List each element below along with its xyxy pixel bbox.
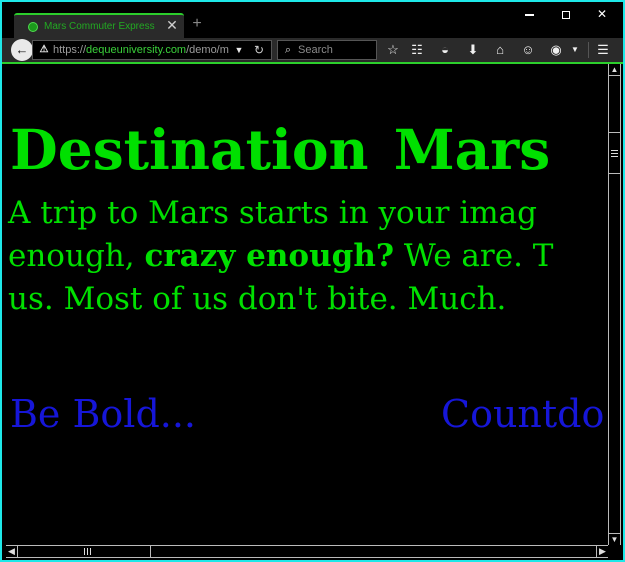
download-icon[interactable]: ⬇ [464,41,482,59]
tracking-icon[interactable]: ◉ [547,41,565,59]
back-button[interactable]: ← [11,39,33,61]
countdown-link[interactable]: Countdo [441,390,604,438]
scroll-right-icon[interactable]: ▶ [596,546,608,557]
url-host: dequeuniversity.com [86,44,187,56]
be-bold-link[interactable]: Be Bold... [10,390,196,438]
horizontal-scroll-thumb[interactable] [20,546,151,557]
home-icon[interactable]: ⌂ [491,41,509,59]
intro-line-3: us. Most of us don't bite. Much. [8,281,507,317]
tab-close-icon[interactable]: ✕ [164,17,180,33]
intro-paragraph: A trip to Mars starts in your imag enough… [8,192,608,321]
minimize-button[interactable] [518,6,540,22]
search-icon: ⌕ [284,44,292,56]
menu-icon[interactable]: ☰ [594,41,612,59]
browser-window: Mars Commuter Express ✕ + ✕ ← ⚠ https://… [0,0,625,562]
reload-icon[interactable]: ↻ [252,43,266,57]
tab-active[interactable]: Mars Commuter Express ✕ [14,13,184,38]
intro-line-1: A trip to Mars starts in your imag [8,195,537,231]
close-window-button[interactable]: ✕ [591,6,613,22]
scroll-left-icon[interactable]: ◀ [6,546,18,557]
grip-icon [84,548,91,555]
url-protocol: https:// [53,44,87,56]
tab-strip: Mars Commuter Express ✕ + ✕ [2,2,623,38]
scroll-down-icon[interactable]: ▼ [609,533,620,545]
tracking-dropdown-icon[interactable]: ▼ [566,41,584,59]
search-input[interactable] [298,42,372,58]
reader-view-icon[interactable]: ☷ [408,41,426,59]
grip-icon [611,150,618,157]
toolbar-divider [588,42,589,58]
security-warning-icon[interactable]: ⚠ [38,44,50,56]
bookmark-star-icon[interactable]: ☆ [384,41,402,59]
vertical-scrollbar[interactable]: ▲ ▼ [608,64,621,545]
minimize-icon [524,13,534,16]
url-bar[interactable]: ⚠ https://dequeuniversity.com/demo/m ▼ ↻ [32,40,272,60]
globe-icon [28,22,38,32]
pocket-icon[interactable]: ◒ [436,41,454,59]
navigation-toolbar: ← ⚠ https://dequeuniversity.com/demo/m ▼… [2,38,623,62]
hello-icon[interactable]: ☺ [519,41,537,59]
vertical-scroll-thumb[interactable] [609,132,620,174]
url-path: /demo/m [186,44,229,56]
intro-line-2-end: We are. T [394,238,554,274]
page-viewport: Destination Mars A trip to Mars starts i… [6,64,608,545]
url-history-dropdown-icon[interactable]: ▼ [233,43,245,57]
scroll-up-icon[interactable]: ▲ [609,64,620,76]
intro-bold-text: crazy enough? [144,238,395,274]
intro-line-2: enough, [8,238,145,274]
tab-title: Mars Commuter Express [44,21,155,32]
back-arrow-icon: ← [15,42,29,57]
search-bar[interactable]: ⌕ [277,40,377,60]
scrollbar-corner [608,545,621,558]
horizontal-scrollbar[interactable]: ◀ ▶ [6,545,608,558]
page-heading: Destination Mars [10,117,551,182]
url-text[interactable]: https://dequeuniversity.com/demo/m [53,43,231,57]
maximize-button[interactable] [555,6,577,22]
new-tab-button[interactable]: + [190,16,204,32]
maximize-icon [562,10,570,19]
